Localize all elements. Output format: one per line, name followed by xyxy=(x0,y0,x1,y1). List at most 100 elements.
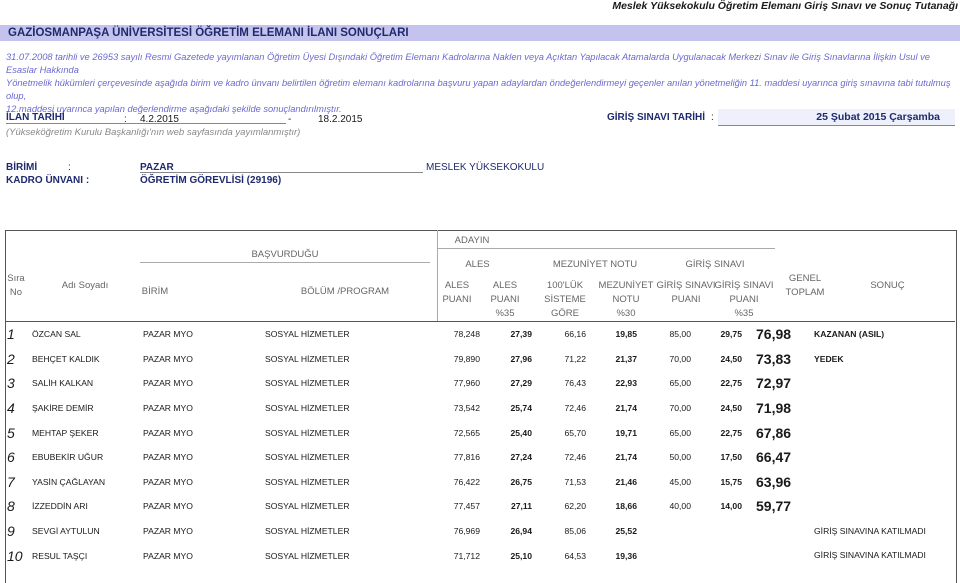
entry-exam-score: 40,00 xyxy=(669,501,691,512)
ilan-end-date: 18.2.2015 xyxy=(318,114,363,125)
total-score: 73,83 xyxy=(756,350,792,367)
row-number: 2 xyxy=(7,350,15,367)
ales-score: 78,248 xyxy=(453,329,480,340)
grad-100-score: 62,20 xyxy=(564,501,586,512)
header-divider-2 xyxy=(437,248,775,249)
program-cell: SOSYAL HİZMETLER xyxy=(265,476,350,487)
candidate-name: EBUBEKİR UĞUR xyxy=(32,452,104,463)
program-cell: SOSYAL HİZMETLER xyxy=(265,353,350,364)
header-ales-group: ALES xyxy=(465,259,490,270)
table-row: 2 BEHÇET KALDIK PAZAR MYO SOSYAL HİZMETLER 7… xyxy=(5,347,955,372)
row-number: 1 xyxy=(7,326,15,343)
unit-cell: PAZAR MYO xyxy=(143,403,193,414)
candidate-name: MEHTAP ŞEKER xyxy=(32,427,99,438)
header-mez-100-3: GÖRE xyxy=(551,308,579,319)
program-cell: SOSYAL HİZMETLER xyxy=(265,403,350,414)
header-basvurdugu: BAŞVURDUĞU xyxy=(251,249,319,260)
unit-cell: PAZAR MYO xyxy=(143,476,193,487)
birim-underline xyxy=(140,172,423,173)
table-row: 10 RESUL TAŞÇI PAZAR MYO SOSYAL HİZMETLER 71… xyxy=(5,543,955,568)
ilan-start-date: 4.2.2015 xyxy=(140,114,179,125)
result-cell xyxy=(810,494,955,519)
header-gs-35-2: PUANI xyxy=(729,294,759,305)
header-genel-1: GENEL xyxy=(788,273,822,284)
total-score: 59,77 xyxy=(756,498,792,515)
row-number: 5 xyxy=(7,424,15,441)
ales-score: 76,969 xyxy=(453,526,480,537)
entry-exam-35-score: 17,50 xyxy=(720,452,742,463)
result-cell xyxy=(810,445,955,470)
ales-score: 72,565 xyxy=(453,427,480,438)
candidate-name: İZZEDDİN ARI xyxy=(32,501,88,512)
unit-cell: PAZAR MYO xyxy=(143,526,193,537)
grad-100-score: 85,06 xyxy=(564,526,586,537)
candidate-name: ŞAKİRE DEMİR xyxy=(32,403,94,414)
entry-exam-score: 85,00 xyxy=(669,329,691,340)
header-mez-100-1: 100'LÜK xyxy=(546,280,584,291)
header-mez-100: 100'LÜK SİSTEME GÖRE xyxy=(540,279,590,321)
ales-35-score: 26,94 xyxy=(510,526,532,537)
header-sonuc: SONUÇ xyxy=(870,280,905,291)
ales-35-score: 27,29 xyxy=(510,378,532,389)
grad-30-score: 25,52 xyxy=(615,526,637,537)
sinav-colon: : xyxy=(711,112,714,123)
birim-colon: : xyxy=(68,162,71,173)
grad-30-score: 19,36 xyxy=(615,550,637,561)
unit-cell: PAZAR MYO xyxy=(143,501,193,512)
program-cell: SOSYAL HİZMETLER xyxy=(265,378,350,389)
header-gs-35: GİRİŞ SINAVI PUANI %35 xyxy=(714,279,774,321)
result-cell: KAZANAN (ASIL) xyxy=(814,329,885,340)
entry-exam-35-score xyxy=(693,543,744,568)
ales-score: 79,890 xyxy=(453,353,480,364)
result-cell: GİRİŞ SINAVINA KATILMADI xyxy=(814,550,926,561)
header-no-label: No xyxy=(9,287,23,298)
entry-exam-35-score: 24,50 xyxy=(720,403,742,414)
header-gs-35-3: %35 xyxy=(734,308,754,319)
result-cell: GİRİŞ SINAVINA KATILMADI xyxy=(814,525,926,536)
table-row: 3 SALİH KALKAN PAZAR MYO SOSYAL HİZMETLER 77… xyxy=(5,371,955,396)
table-row: 5 MEHTAP ŞEKER PAZAR MYO SOSYAL HİZMETLER 72… xyxy=(5,420,955,445)
candidate-name: SALİH KALKAN xyxy=(32,378,94,389)
birim-label: BİRİMİ xyxy=(6,162,38,173)
header-ales-puani: ALES PUANI xyxy=(437,279,477,307)
unit-cell: PAZAR MYO xyxy=(143,378,193,389)
total-score: 72,97 xyxy=(756,375,792,392)
ales-35-score: 26,75 xyxy=(510,476,532,487)
ilan-label: İLAN TARİHİ xyxy=(6,112,65,123)
candidate-name: YASİN ÇAĞLAYAN xyxy=(32,476,106,487)
sinav-date-label: GİRİŞ SINAVI TARİHİ xyxy=(607,112,705,123)
entry-exam-35-score: 14,00 xyxy=(720,501,742,512)
grad-30-score: 21,37 xyxy=(615,353,637,364)
header-ad-soyad: Adı Soyadı xyxy=(61,280,109,291)
table-row: 9 SEVGİ AYTULUN PAZAR MYO SOSYAL HİZMETLER 7… xyxy=(5,519,955,544)
unit-cell: PAZAR MYO xyxy=(143,353,193,364)
ales-35-score: 25,40 xyxy=(510,427,532,438)
header-ales-35-3: %35 xyxy=(495,308,515,319)
total-score xyxy=(744,543,810,568)
birim-school: MESLEK YÜKSEKOKULU xyxy=(426,162,545,173)
header-ales-35: ALES PUANI %35 xyxy=(485,279,525,321)
ales-35-score: 27,96 xyxy=(510,353,532,364)
entry-exam-score: 45,00 xyxy=(669,476,691,487)
total-score: 71,98 xyxy=(756,400,792,417)
grad-100-score: 64,53 xyxy=(564,550,586,561)
grad-30-score: 18,66 xyxy=(615,501,637,512)
results-table: 1 ÖZCAN SAL PAZAR MYO SOSYAL HİZMETLER 78,24… xyxy=(5,322,955,568)
grad-100-score: 72,46 xyxy=(564,452,586,463)
ilan-colon: : xyxy=(124,114,127,125)
entry-exam-35-score: 29,75 xyxy=(720,329,742,340)
result-cell xyxy=(810,420,955,445)
grad-30-score: 21,74 xyxy=(615,452,637,463)
header-mez-30-3: %30 xyxy=(616,308,636,319)
entry-exam-score: 70,00 xyxy=(669,353,691,364)
header-sira-label: Sıra xyxy=(7,273,25,284)
result-cell: YEDEK xyxy=(814,353,844,364)
entry-exam-score: 65,00 xyxy=(669,427,691,438)
ilan-note: (Yükseköğretim Kurulu Başkanlığı'nın web… xyxy=(6,127,301,138)
result-cell xyxy=(810,470,955,495)
header-mez-30-2: NOTU xyxy=(612,294,640,305)
header-genel-2: TOPLAM xyxy=(785,287,825,298)
program-cell: SOSYAL HİZMETLER xyxy=(265,427,350,438)
program-cell: SOSYAL HİZMETLER xyxy=(265,550,350,561)
candidate-name: BEHÇET KALDIK xyxy=(32,353,100,364)
